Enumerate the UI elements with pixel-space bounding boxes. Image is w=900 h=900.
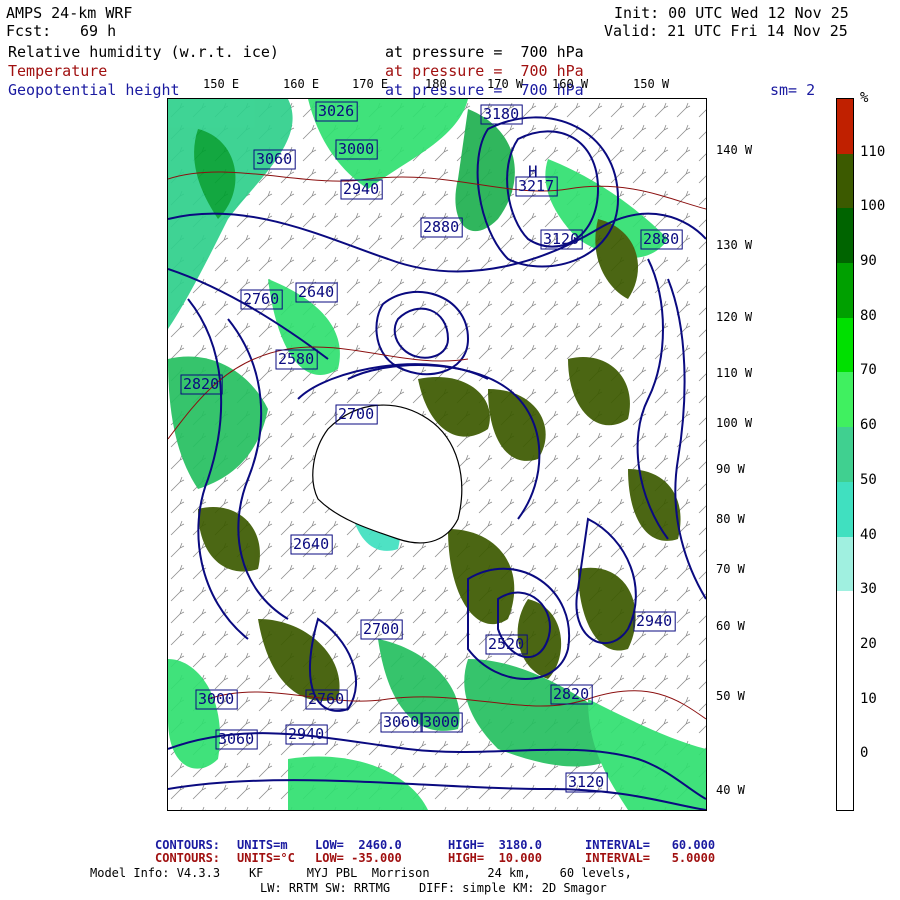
height-label: 3180	[483, 105, 519, 123]
colorbar-segment	[837, 755, 853, 811]
lat-label-right: 70 W	[716, 562, 745, 576]
colorbar-segment	[837, 481, 853, 538]
colorbar-segment	[837, 99, 853, 155]
colorbar-label: 60	[860, 417, 877, 434]
colorbar-label: 30	[860, 581, 877, 598]
height-label: 2820	[553, 685, 589, 703]
colorbar-segment	[837, 591, 853, 647]
height-label: 2640	[298, 283, 334, 301]
height-label: 3000	[338, 140, 374, 158]
height-label: 2940	[288, 725, 324, 743]
colorbar-segment	[837, 700, 853, 756]
colorbar-segment	[837, 208, 853, 264]
height-label: 2880	[423, 218, 459, 236]
temp-contour-high: HIGH= 10.000	[448, 851, 542, 865]
height-label: 3060	[383, 713, 419, 731]
model-info: Model Info: V4.3.3 KF MYJ PBL Morrison 2…	[90, 866, 632, 880]
colorbar-label: 0	[860, 745, 869, 762]
lat-label-right: 120 W	[716, 310, 753, 324]
height-label: 3000	[198, 690, 234, 708]
lon-label-top: 150 W	[633, 77, 670, 91]
smoothing-label: sm= 2	[770, 81, 816, 99]
lat-label-right: 50 W	[716, 689, 745, 703]
lat-label-right: 40 W	[716, 783, 745, 797]
colorbar-segment	[837, 536, 853, 592]
field-temp-label: Temperature	[8, 62, 108, 80]
height-label: 3000	[423, 713, 459, 731]
lat-label-right: 140 W	[716, 143, 753, 157]
height-contour-label: CONTOURS:	[155, 838, 221, 852]
lon-label-top: 160 W	[552, 77, 589, 91]
height-label: 2880	[643, 230, 679, 248]
valid-time: Valid: 21 UTC Fri 14 Nov 25	[604, 22, 848, 40]
colorbar-label: 80	[860, 307, 877, 324]
forecast-label: Fcst:	[6, 22, 52, 40]
colorbar-label: 100	[860, 198, 886, 215]
lon-label-top: 170 E	[352, 77, 389, 91]
height-label: 2580	[278, 350, 314, 368]
init-time: Init: 00 UTC Wed 12 Nov 25	[614, 4, 849, 22]
colorbar-label: 110	[860, 143, 886, 160]
weather-map: 3000 3060 2940 3026 2880 2760 2640 2820 2700 2580…	[167, 98, 707, 811]
lat-label-right: 110 W	[716, 366, 753, 380]
temp-contour-interval: INTERVAL= 5.0000	[585, 851, 716, 865]
height-label: 3060	[218, 730, 254, 748]
height-contour-low: LOW= 2460.0	[315, 838, 402, 852]
colorbar-segment	[837, 372, 853, 428]
colorbar-label: 10	[860, 690, 877, 707]
height-label: 3120	[543, 230, 579, 248]
height-label: 3060	[256, 150, 292, 168]
colorbar-label: 40	[860, 526, 877, 543]
height-label: 2640	[293, 535, 329, 553]
height-contour-units: UNITS=m	[237, 838, 288, 852]
height-label: 2940	[636, 612, 672, 630]
field-rh-label: Relative humidity (w.r.t. ice)	[8, 43, 279, 61]
colorbar-unit: %	[860, 90, 869, 106]
height-label: 2760	[308, 690, 344, 708]
lat-label-right: 60 W	[716, 619, 745, 633]
height-label: 2700	[363, 620, 399, 638]
forecast-hour: 69 h	[80, 22, 117, 40]
lat-label-right: 100 W	[716, 416, 753, 430]
temp-contour-label: CONTOURS:	[155, 851, 221, 865]
colorbar-segment	[837, 153, 853, 209]
high-marker: H	[528, 162, 538, 181]
field-height-label: Geopotential height	[8, 81, 180, 99]
height-contour-high: HIGH= 3180.0	[448, 838, 542, 852]
color-scale-bar	[836, 98, 854, 811]
colorbar-label: 50	[860, 471, 877, 488]
temp-contour-units: UNITS=°C	[237, 851, 295, 865]
lon-label-top: 150 E	[203, 77, 240, 91]
height-label: 2940	[343, 180, 379, 198]
height-label: 3026	[318, 102, 354, 120]
colorbar-segment	[837, 317, 853, 373]
lon-label-top: 170 W	[487, 77, 524, 91]
height-label: 2520	[488, 635, 524, 653]
colorbar-segment	[837, 645, 853, 702]
map-canvas: 300030602940302628802760 2640282027002580…	[168, 99, 706, 810]
field-rh-level: at pressure = 700 hPa	[385, 43, 584, 61]
model-title: AMPS 24-km WRF	[6, 4, 133, 22]
height-contour-interval: INTERVAL= 60.000	[585, 838, 716, 852]
colorbar-label: 70	[860, 362, 877, 379]
lat-label-right: 130 W	[716, 238, 753, 252]
colorbar-segment	[837, 263, 853, 319]
lat-label-right: 90 W	[716, 462, 745, 476]
colorbar-segment	[837, 427, 853, 483]
height-label: 3120	[568, 773, 604, 791]
temp-contour-low: LOW= -35.000	[315, 851, 402, 865]
lon-label-top: 160 E	[283, 77, 320, 91]
colorbar-label: 20	[860, 635, 877, 652]
colorbar-label: 90	[860, 253, 877, 270]
height-label: 2820	[183, 375, 219, 393]
lat-label-right: 80 W	[716, 512, 745, 526]
lon-label-top: 180	[425, 77, 447, 91]
height-label: 2760	[243, 290, 279, 308]
height-label: 2700	[338, 405, 374, 423]
model-info-physics: LW: RRTM SW: RRTMG DIFF: simple KM: 2D S…	[260, 881, 607, 895]
